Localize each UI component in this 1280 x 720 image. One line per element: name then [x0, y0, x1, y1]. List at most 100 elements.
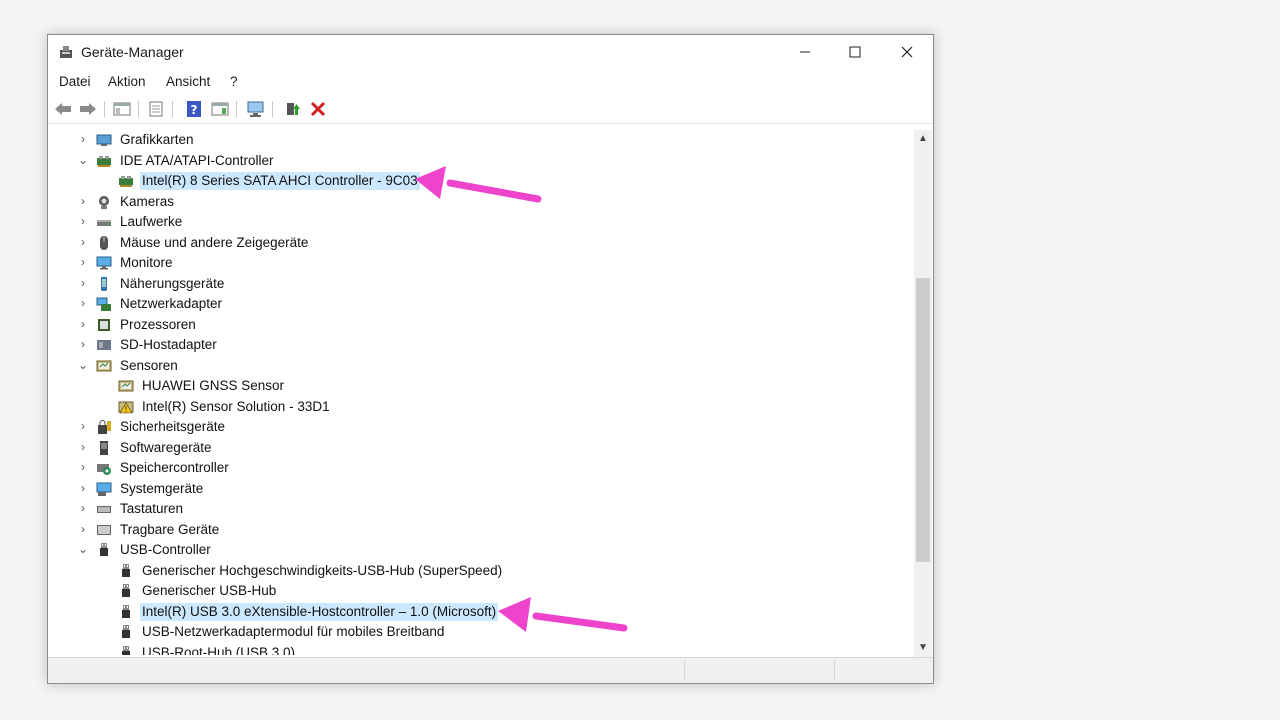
title-bar[interactable]: Geräte-Manager — [48, 35, 933, 69]
vertical-scrollbar[interactable]: ▲ ▼ — [914, 130, 932, 657]
disk-drive-icon — [96, 214, 112, 230]
mouse-icon — [96, 235, 112, 251]
device-row[interactable]: Generischer USB-Hub — [48, 581, 914, 601]
device-row[interactable]: Intel(R) USB 3.0 eXtensible-Hostcontroll… — [48, 602, 914, 622]
device-label: Speichercontroller — [120, 460, 229, 475]
device-label: Grafikkarten — [120, 132, 194, 147]
ide-controller-icon — [96, 153, 112, 169]
properties-button[interactable] — [146, 99, 166, 119]
device-category-row[interactable]: › Speichercontroller — [48, 458, 914, 478]
menu-ansicht[interactable]: Ansicht — [166, 74, 210, 89]
device-category-row[interactable]: › Softwaregeräte — [48, 438, 914, 458]
device-label: Netzwerkadapter — [120, 296, 223, 311]
device-category-row[interactable]: › Tragbare Geräte — [48, 520, 914, 540]
sensor-warning-icon: ! — [118, 399, 134, 415]
device-category-row[interactable]: › Grafikkarten — [48, 130, 914, 150]
chevron-right-icon[interactable]: › — [76, 131, 90, 147]
device-label: Sicherheitsgeräte — [120, 419, 226, 434]
portable-device-icon — [96, 522, 112, 538]
scan-hardware-button[interactable] — [246, 99, 266, 119]
device-label: Mäuse und andere Zeigegeräte — [120, 234, 309, 250]
device-label: USB-Controller — [120, 542, 211, 557]
camera-icon — [96, 194, 112, 210]
chevron-right-icon[interactable]: › — [76, 213, 90, 229]
chevron-right-icon[interactable]: › — [76, 480, 90, 496]
chevron-right-icon[interactable]: › — [76, 295, 90, 311]
device-category-row[interactable]: › Tastaturen — [48, 499, 914, 519]
chevron-right-icon[interactable]: › — [76, 521, 90, 537]
device-category-row[interactable]: ⌄ IDE ATA/ATAPI-Controller — [48, 151, 914, 171]
device-tree: › Grafikkarten ⌄ IDE ATA/ATAPI-Controller In… — [48, 130, 914, 655]
device-category-row[interactable]: › SD-Hostadapter — [48, 335, 914, 355]
device-category-row[interactable]: › Systemgeräte — [48, 479, 914, 499]
chevron-right-icon[interactable]: › — [76, 254, 90, 270]
uninstall-device-button[interactable] — [308, 99, 328, 119]
status-cell — [834, 660, 933, 680]
chevron-down-icon[interactable]: ⌄ — [76, 541, 90, 557]
menu-datei[interactable]: Datei — [59, 74, 91, 89]
close-button[interactable] — [884, 35, 930, 69]
chevron-right-icon[interactable]: › — [76, 193, 90, 209]
device-category-row[interactable]: › Netzwerkadapter — [48, 294, 914, 314]
chevron-down-icon[interactable]: ⌄ — [76, 357, 90, 373]
maximize-button[interactable] — [832, 35, 878, 69]
show-hide-console-tree-button[interactable] — [112, 99, 132, 119]
chevron-right-icon[interactable]: › — [76, 316, 90, 332]
help-icon: ? — [187, 101, 201, 117]
device-category-row[interactable]: › Monitore — [48, 253, 914, 273]
chevron-right-icon[interactable]: › — [76, 418, 90, 434]
device-category-row[interactable]: › Laufwerke — [48, 212, 914, 232]
device-row[interactable]: USB-Netzwerkadaptermodul für mobiles Bre… — [48, 622, 914, 642]
uninstall-x-icon — [310, 101, 326, 117]
device-label: Prozessoren — [120, 316, 196, 332]
update-driver-icon — [287, 103, 300, 115]
chevron-right-icon[interactable]: › — [76, 439, 90, 455]
device-label: Tastaturen — [120, 501, 184, 516]
properties-icon — [149, 101, 163, 117]
device-category-row[interactable]: › Sicherheitsgeräte — [48, 417, 914, 437]
chevron-right-icon[interactable]: › — [76, 459, 90, 475]
help-button[interactable]: ? — [184, 99, 204, 119]
scrollbar-thumb[interactable] — [916, 278, 930, 562]
device-row[interactable]: Generischer Hochgeschwindigkeits-USB-Hub… — [48, 561, 914, 581]
device-row[interactable]: HUAWEI GNSS Sensor — [48, 376, 914, 396]
chevron-right-icon[interactable]: › — [76, 336, 90, 352]
chevron-right-icon[interactable]: › — [76, 275, 90, 291]
back-button[interactable] — [53, 99, 73, 119]
device-row[interactable]: Intel(R) 8 Series SATA AHCI Controller -… — [48, 171, 914, 191]
device-category-row[interactable]: › Näherungsgeräte — [48, 274, 914, 294]
network-adapter-icon — [96, 296, 112, 312]
device-row[interactable]: USB-Root-Hub (USB 3.0) — [48, 643, 914, 655]
minimize-icon — [800, 51, 810, 53]
sensor-icon — [118, 378, 134, 394]
enable-driver-button[interactable] — [282, 99, 302, 119]
chevron-right-icon[interactable]: › — [76, 234, 90, 250]
menu-aktion[interactable]: Aktion — [108, 74, 146, 89]
device-label: SD-Hostadapter — [120, 337, 217, 352]
chevron-right-icon[interactable]: › — [76, 500, 90, 516]
system-device-icon — [96, 481, 112, 497]
toolbar: ? — [48, 95, 933, 124]
chevron-down-icon[interactable]: ⌄ — [76, 152, 90, 168]
device-row[interactable]: ! Intel(R) Sensor Solution - 33D1 — [48, 397, 914, 417]
device-category-row[interactable]: ⌄ Sensoren — [48, 356, 914, 376]
toolbar-separator — [272, 101, 273, 117]
monitor-icon — [96, 255, 112, 271]
close-icon — [901, 46, 913, 58]
window-title: Geräte-Manager — [81, 44, 184, 60]
device-category-row[interactable]: › Prozessoren — [48, 315, 914, 335]
device-manager-window: Geräte-Manager Datei Aktion Ansicht ? ? … — [47, 34, 934, 684]
device-label: Intel(R) USB 3.0 eXtensible-Hostcontroll… — [140, 602, 499, 621]
device-category-row[interactable]: › Kameras — [48, 192, 914, 212]
sd-host-adapter-icon — [96, 337, 112, 353]
action-pane-button[interactable] — [210, 99, 230, 119]
minimize-button[interactable] — [782, 35, 828, 69]
proximity-device-icon — [96, 276, 112, 292]
usb-icon — [118, 563, 134, 579]
scroll-down-icon[interactable]: ▼ — [914, 640, 932, 656]
device-category-row[interactable]: ⌄ USB-Controller — [48, 540, 914, 560]
scroll-up-icon[interactable]: ▲ — [914, 131, 932, 147]
device-category-row[interactable]: › Mäuse und andere Zeigegeräte — [48, 233, 914, 253]
forward-button[interactable] — [78, 99, 98, 119]
menu-help[interactable]: ? — [230, 74, 238, 89]
